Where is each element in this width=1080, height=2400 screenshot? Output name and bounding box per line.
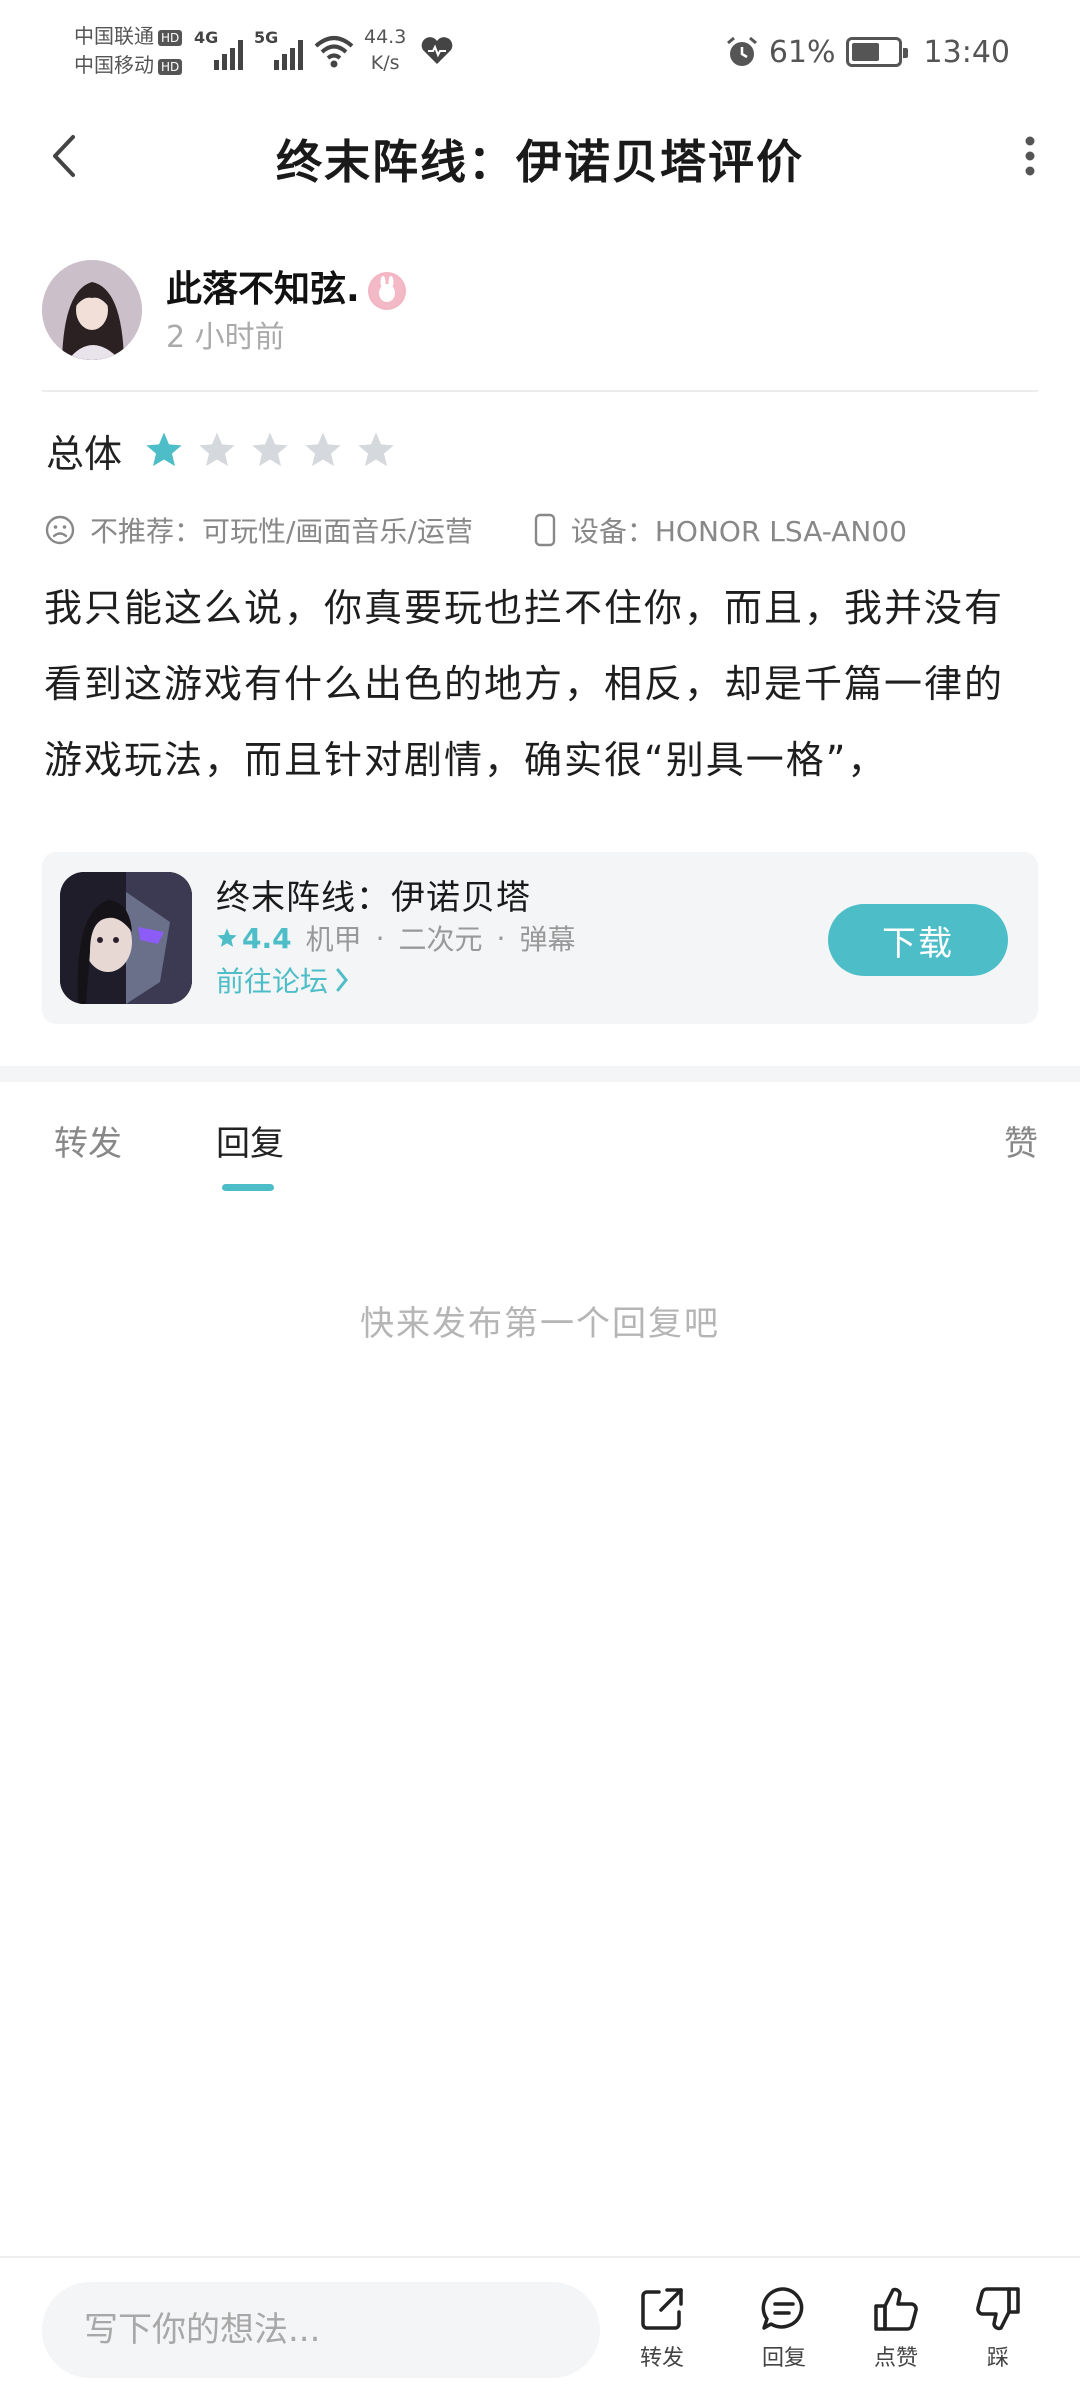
user-badge-icon xyxy=(367,272,406,310)
net-speed: 44.3 K/s xyxy=(364,24,406,76)
star-filled-icon xyxy=(144,430,184,470)
sad-face-icon xyxy=(45,515,75,545)
back-button[interactable] xyxy=(36,128,92,184)
review-meta: 不推荐：可玩性/画面音乐/运营 设备：HONOR LSA-AN00 xyxy=(44,508,1044,552)
comment-input[interactable] xyxy=(42,2282,600,2378)
hd-badge: HD xyxy=(158,29,183,46)
section-separator xyxy=(0,1066,1080,1082)
like-label: 点赞 xyxy=(873,2346,918,2371)
more-vertical-icon xyxy=(1025,136,1035,176)
device-text: 设备：HONOR LSA-AN00 xyxy=(570,515,907,548)
status-bar: 中国联通 HD 中国移动 HD 4G 5G 44.3 K/s 61% 13:40 xyxy=(0,0,1080,100)
rating-label: 总体 xyxy=(46,431,123,476)
game-card[interactable]: 终末阵线：伊诺贝塔 4.4 机甲 · 二次元 · 弹幕 前往论坛 下载 xyxy=(42,852,1038,1024)
more-button[interactable] xyxy=(1000,126,1060,186)
dislike-label: 踩 xyxy=(986,2346,1009,2371)
thumbs-up-icon xyxy=(874,2287,918,2331)
phone-icon xyxy=(534,513,556,547)
game-tag: 弹幕 xyxy=(519,923,576,956)
divider xyxy=(42,390,1038,392)
star-empty-icon xyxy=(356,430,396,470)
game-tag: 机甲 xyxy=(305,923,362,956)
tab-repost[interactable]: 转发 xyxy=(54,1116,122,1165)
bottom-action-bar: 转发 回复 点赞 踩 xyxy=(0,2256,1080,2400)
review-text: 我只能这么说，你真要玩也拦不住你，而且，我并没有看到这游戏有什么出色的地方，相反… xyxy=(44,586,1005,782)
clock: 13:40 xyxy=(923,34,1010,70)
author-name-text[interactable]: 此落不知弦. xyxy=(166,269,360,310)
device-info: 设备：HONOR LSA-AN00 xyxy=(533,510,907,550)
net-speed-unit: K/s xyxy=(370,52,400,74)
health-heart-icon xyxy=(421,37,453,64)
dislike-button[interactable]: 踩 xyxy=(958,2284,1038,2372)
post-time: 2 小时前 xyxy=(166,320,285,355)
comment-icon xyxy=(761,2287,804,2330)
author-name[interactable]: 此落不知弦. xyxy=(166,260,406,312)
star-empty-icon xyxy=(250,430,290,470)
recommend-text: 不推荐：可玩性/画面音乐/运营 xyxy=(90,515,473,548)
battery-fill xyxy=(851,43,879,61)
carrier-info: 中国联通 HD 中国移动 HD xyxy=(74,22,183,80)
author-row[interactable]: 此落不知弦. 2 小时前 xyxy=(42,260,1042,360)
carrier-1: 中国联通 xyxy=(74,24,154,48)
carrier-2: 中国移动 xyxy=(74,53,154,77)
star-icon xyxy=(217,928,237,947)
page-title: 终末阵线：伊诺贝塔评价 xyxy=(276,135,804,189)
tag-separator: · xyxy=(375,921,385,955)
repost-button[interactable]: 转发 xyxy=(622,2284,702,2372)
thumbs-down-icon xyxy=(976,2287,1020,2331)
battery-icon xyxy=(845,37,908,67)
star-empty-icon xyxy=(197,430,237,470)
reply-tabs: 转发 回复 赞 xyxy=(0,1100,1080,1200)
game-tag: 二次元 xyxy=(398,923,483,956)
active-tab-indicator xyxy=(222,1184,274,1191)
battery-percent: 61% xyxy=(768,34,836,70)
share-icon xyxy=(641,2288,683,2330)
avatar[interactable] xyxy=(42,260,142,360)
wifi-icon xyxy=(314,36,354,68)
alarm-icon xyxy=(726,36,757,66)
star-empty-icon xyxy=(303,430,343,470)
game-info: 4.4 机甲 · 二次元 · 弹幕 xyxy=(216,918,575,958)
star-rating xyxy=(144,430,396,470)
recommend-info: 不推荐：可玩性/画面音乐/运营 xyxy=(44,510,473,550)
reply-button[interactable]: 回复 xyxy=(744,2284,824,2372)
game-name[interactable]: 终末阵线：伊诺贝塔 xyxy=(216,870,531,919)
tab-like[interactable]: 赞 xyxy=(1004,1116,1038,1165)
net-speed-value: 44.3 xyxy=(364,26,407,48)
chevron-right-icon xyxy=(336,968,348,992)
tab-reply[interactable]: 回复 xyxy=(216,1116,284,1165)
tag-separator: · xyxy=(496,921,506,955)
hd-badge: HD xyxy=(158,58,183,75)
repost-label: 转发 xyxy=(639,2346,684,2371)
status-right: 61% 13:40 xyxy=(725,30,1010,74)
empty-state-text: 快来发布第一个回复吧 xyxy=(360,1304,720,1344)
rating-row: 总体 xyxy=(46,420,396,480)
download-button[interactable]: 下载 xyxy=(828,904,1008,976)
forum-link[interactable]: 前往论坛 xyxy=(216,960,350,1000)
header: 终末阵线：伊诺贝塔评价 xyxy=(0,110,1080,200)
game-score-value: 4.4 xyxy=(242,921,292,955)
game-score: 4.4 xyxy=(216,922,292,955)
like-button[interactable]: 点赞 xyxy=(856,2284,936,2372)
game-icon[interactable] xyxy=(60,872,192,1004)
forum-link-text[interactable]: 前往论坛 xyxy=(216,960,328,1000)
chevron-left-icon xyxy=(53,135,75,177)
reply-label: 回复 xyxy=(761,2346,806,2371)
